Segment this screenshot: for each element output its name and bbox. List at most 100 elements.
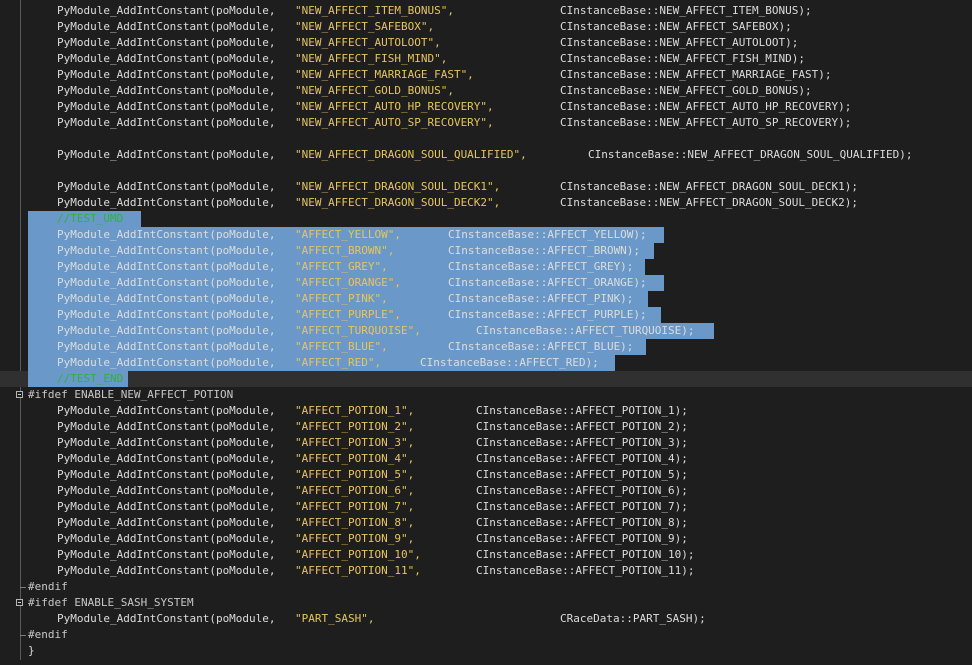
code-line[interactable]: PyModule_AddIntConstant(poModule, "NEW_AF… bbox=[0, 3, 972, 19]
code-line[interactable]: PyModule_AddIntConstant(poModule, "AFFECT… bbox=[0, 227, 972, 243]
constant-reference: CInstanceBase::NEW_AFFECT_ITEM_BONUS); bbox=[560, 4, 812, 17]
constant-reference: CInstanceBase::AFFECT_POTION_10); bbox=[476, 548, 695, 561]
code-line[interactable]: #ifdef ENABLE_SASH_SYSTEM bbox=[0, 595, 972, 611]
function-call: PyModule_AddIntConstant(poModule, bbox=[57, 228, 276, 241]
function-call: PyModule_AddIntConstant(poModule, bbox=[57, 420, 276, 433]
code-editor[interactable]: PyModule_AddIntConstant(poModule, "NEW_AF… bbox=[0, 0, 972, 665]
constant-reference: CInstanceBase::AFFECT_POTION_11); bbox=[476, 564, 695, 577]
function-call: PyModule_AddIntConstant(poModule, bbox=[57, 260, 276, 273]
constant-reference: CInstanceBase::NEW_AFFECT_DRAGON_SOUL_DE… bbox=[560, 180, 859, 193]
code-line[interactable]: PyModule_AddIntConstant(poModule, "NEW_AF… bbox=[0, 83, 972, 99]
code-line[interactable]: PyModule_AddIntConstant(poModule, "AFFECT… bbox=[0, 483, 972, 499]
code-line[interactable]: PyModule_AddIntConstant(poModule, "AFFECT… bbox=[0, 403, 972, 419]
code-line[interactable]: } bbox=[0, 643, 972, 659]
code-line[interactable]: PyModule_AddIntConstant(poModule, "NEW_AF… bbox=[0, 19, 972, 35]
string-literal: "AFFECT_BLUE", bbox=[295, 340, 388, 353]
function-call: PyModule_AddIntConstant(poModule, bbox=[57, 84, 276, 97]
function-call: PyModule_AddIntConstant(poModule, bbox=[57, 4, 276, 17]
function-call: PyModule_AddIntConstant(poModule, bbox=[57, 484, 276, 497]
code-line[interactable] bbox=[0, 131, 972, 147]
current-line-highlight bbox=[0, 371, 972, 387]
string-literal: "NEW_AFFECT_DRAGON_SOUL_QUALIFIED", bbox=[295, 148, 527, 161]
code-line[interactable]: #endif bbox=[0, 627, 972, 643]
code-line[interactable]: PyModule_AddIntConstant(poModule, "AFFECT… bbox=[0, 323, 972, 339]
constant-reference: CRaceData::PART_SASH); bbox=[560, 612, 706, 625]
code-line[interactable]: PyModule_AddIntConstant(poModule, "AFFECT… bbox=[0, 547, 972, 563]
code-line[interactable]: PyModule_AddIntConstant(poModule, "NEW_AF… bbox=[0, 51, 972, 67]
preprocessor-directive: #endif bbox=[28, 580, 68, 593]
code-line[interactable]: #ifdef ENABLE_NEW_AFFECT_POTION bbox=[0, 387, 972, 403]
function-call: PyModule_AddIntConstant(poModule, bbox=[57, 516, 276, 529]
code-line[interactable]: PyModule_AddIntConstant(poModule, "NEW_AF… bbox=[0, 115, 972, 131]
code-comment: //TEST_END bbox=[57, 372, 124, 385]
string-literal: "NEW_AFFECT_AUTOLOOT", bbox=[295, 36, 441, 49]
string-literal: "NEW_AFFECT_AUTO_HP_RECOVERY", bbox=[295, 100, 494, 113]
function-call: PyModule_AddIntConstant(poModule, bbox=[57, 356, 276, 369]
code-line[interactable]: PyModule_AddIntConstant(poModule, "AFFECT… bbox=[0, 515, 972, 531]
function-call: PyModule_AddIntConstant(poModule, bbox=[57, 500, 276, 513]
code-line[interactable]: PyModule_AddIntConstant(poModule, "AFFECT… bbox=[0, 275, 972, 291]
code-area[interactable]: PyModule_AddIntConstant(poModule, "NEW_AF… bbox=[0, 3, 972, 659]
string-literal: "AFFECT_RED", bbox=[295, 356, 382, 369]
code-line[interactable]: PyModule_AddIntConstant(poModule, "AFFECT… bbox=[0, 339, 972, 355]
code-line[interactable]: PyModule_AddIntConstant(poModule, "AFFECT… bbox=[0, 467, 972, 483]
code-line[interactable]: //TEST_UMD bbox=[0, 211, 972, 227]
code-line[interactable]: PyModule_AddIntConstant(poModule, "AFFECT… bbox=[0, 307, 972, 323]
code-line[interactable]: PyModule_AddIntConstant(poModule, "NEW_AF… bbox=[0, 179, 972, 195]
function-call: PyModule_AddIntConstant(poModule, bbox=[57, 292, 276, 305]
constant-reference: CInstanceBase::NEW_AFFECT_AUTOLOOT); bbox=[560, 36, 799, 49]
constant-reference: CInstanceBase::AFFECT_POTION_5); bbox=[476, 468, 688, 481]
constant-reference: CInstanceBase::NEW_AFFECT_MARRIAGE_FAST)… bbox=[560, 68, 832, 81]
code-line[interactable]: PyModule_AddIntConstant(poModule, "AFFECT… bbox=[0, 291, 972, 307]
fold-toggle-icon[interactable] bbox=[16, 599, 23, 606]
code-line[interactable]: PyModule_AddIntConstant(poModule, "AFFECT… bbox=[0, 259, 972, 275]
code-line[interactable]: PyModule_AddIntConstant(poModule, "NEW_AF… bbox=[0, 67, 972, 83]
function-call: PyModule_AddIntConstant(poModule, bbox=[57, 116, 276, 129]
constant-reference: CInstanceBase::AFFECT_GREY); bbox=[448, 260, 634, 273]
code-line[interactable]: PyModule_AddIntConstant(poModule, "AFFECT… bbox=[0, 243, 972, 259]
code-line[interactable]: PyModule_AddIntConstant(poModule, "AFFECT… bbox=[0, 355, 972, 371]
string-literal: "AFFECT_POTION_1", bbox=[295, 404, 415, 417]
constant-reference: CInstanceBase::NEW_AFFECT_DRAGON_SOUL_DE… bbox=[560, 196, 859, 209]
string-literal: "NEW_AFFECT_DRAGON_SOUL_DECK2", bbox=[295, 196, 501, 209]
constant-reference: CInstanceBase::NEW_AFFECT_AUTO_SP_RECOVE… bbox=[560, 116, 852, 129]
constant-reference: CInstanceBase::NEW_AFFECT_GOLD_BONUS); bbox=[560, 84, 812, 97]
string-literal: "AFFECT_PURPLE", bbox=[295, 308, 401, 321]
string-literal: "AFFECT_POTION_8", bbox=[295, 516, 415, 529]
code-line[interactable]: PyModule_AddIntConstant(poModule, "AFFECT… bbox=[0, 435, 972, 451]
function-call: PyModule_AddIntConstant(poModule, bbox=[57, 308, 276, 321]
code-line[interactable]: PyModule_AddIntConstant(poModule, "AFFECT… bbox=[0, 419, 972, 435]
code-line[interactable] bbox=[0, 163, 972, 179]
function-call: PyModule_AddIntConstant(poModule, bbox=[57, 324, 276, 337]
preprocessor-directive: #ifdef ENABLE_NEW_AFFECT_POTION bbox=[28, 388, 234, 401]
code-line[interactable]: #endif bbox=[0, 579, 972, 595]
code-line[interactable]: PyModule_AddIntConstant(poModule, "AFFECT… bbox=[0, 451, 972, 467]
function-call: PyModule_AddIntConstant(poModule, bbox=[57, 20, 276, 33]
function-call: PyModule_AddIntConstant(poModule, bbox=[57, 436, 276, 449]
string-literal: "AFFECT_POTION_5", bbox=[295, 468, 415, 481]
function-call: PyModule_AddIntConstant(poModule, bbox=[57, 404, 276, 417]
constant-reference: CInstanceBase::AFFECT_PURPLE); bbox=[448, 308, 647, 321]
code-line[interactable]: PyModule_AddIntConstant(poModule, "NEW_AF… bbox=[0, 99, 972, 115]
string-literal: "NEW_AFFECT_GOLD_BONUS", bbox=[295, 84, 454, 97]
closing-brace: } bbox=[28, 644, 35, 657]
function-call: PyModule_AddIntConstant(poModule, bbox=[57, 532, 276, 545]
code-line[interactable]: PyModule_AddIntConstant(poModule, "NEW_AF… bbox=[0, 35, 972, 51]
code-line[interactable]: PyModule_AddIntConstant(poModule, "NEW_AF… bbox=[0, 147, 972, 163]
code-line[interactable]: PyModule_AddIntConstant(poModule, "AFFECT… bbox=[0, 499, 972, 515]
string-literal: "AFFECT_TURQUOISE", bbox=[295, 324, 421, 337]
constant-reference: CInstanceBase::NEW_AFFECT_SAFEBOX); bbox=[560, 20, 792, 33]
string-literal: "AFFECT_POTION_3", bbox=[295, 436, 415, 449]
string-literal: "AFFECT_POTION_7", bbox=[295, 500, 415, 513]
code-comment: //TEST_UMD bbox=[57, 212, 124, 225]
code-line[interactable]: PyModule_AddIntConstant(poModule, "NEW_AF… bbox=[0, 195, 972, 211]
constant-reference: CInstanceBase::NEW_AFFECT_AUTO_HP_RECOVE… bbox=[560, 100, 852, 113]
function-call: PyModule_AddIntConstant(poModule, bbox=[57, 612, 276, 625]
code-line[interactable]: PyModule_AddIntConstant(poModule, "PART_S… bbox=[0, 611, 972, 627]
code-line[interactable]: PyModule_AddIntConstant(poModule, "AFFECT… bbox=[0, 563, 972, 579]
code-line[interactable]: PyModule_AddIntConstant(poModule, "AFFECT… bbox=[0, 531, 972, 547]
code-line[interactable]: //TEST_END bbox=[0, 371, 972, 387]
fold-toggle-icon[interactable] bbox=[16, 391, 23, 398]
constant-reference: CInstanceBase::AFFECT_PINK); bbox=[448, 292, 634, 305]
constant-reference: CInstanceBase::AFFECT_POTION_3); bbox=[476, 436, 688, 449]
